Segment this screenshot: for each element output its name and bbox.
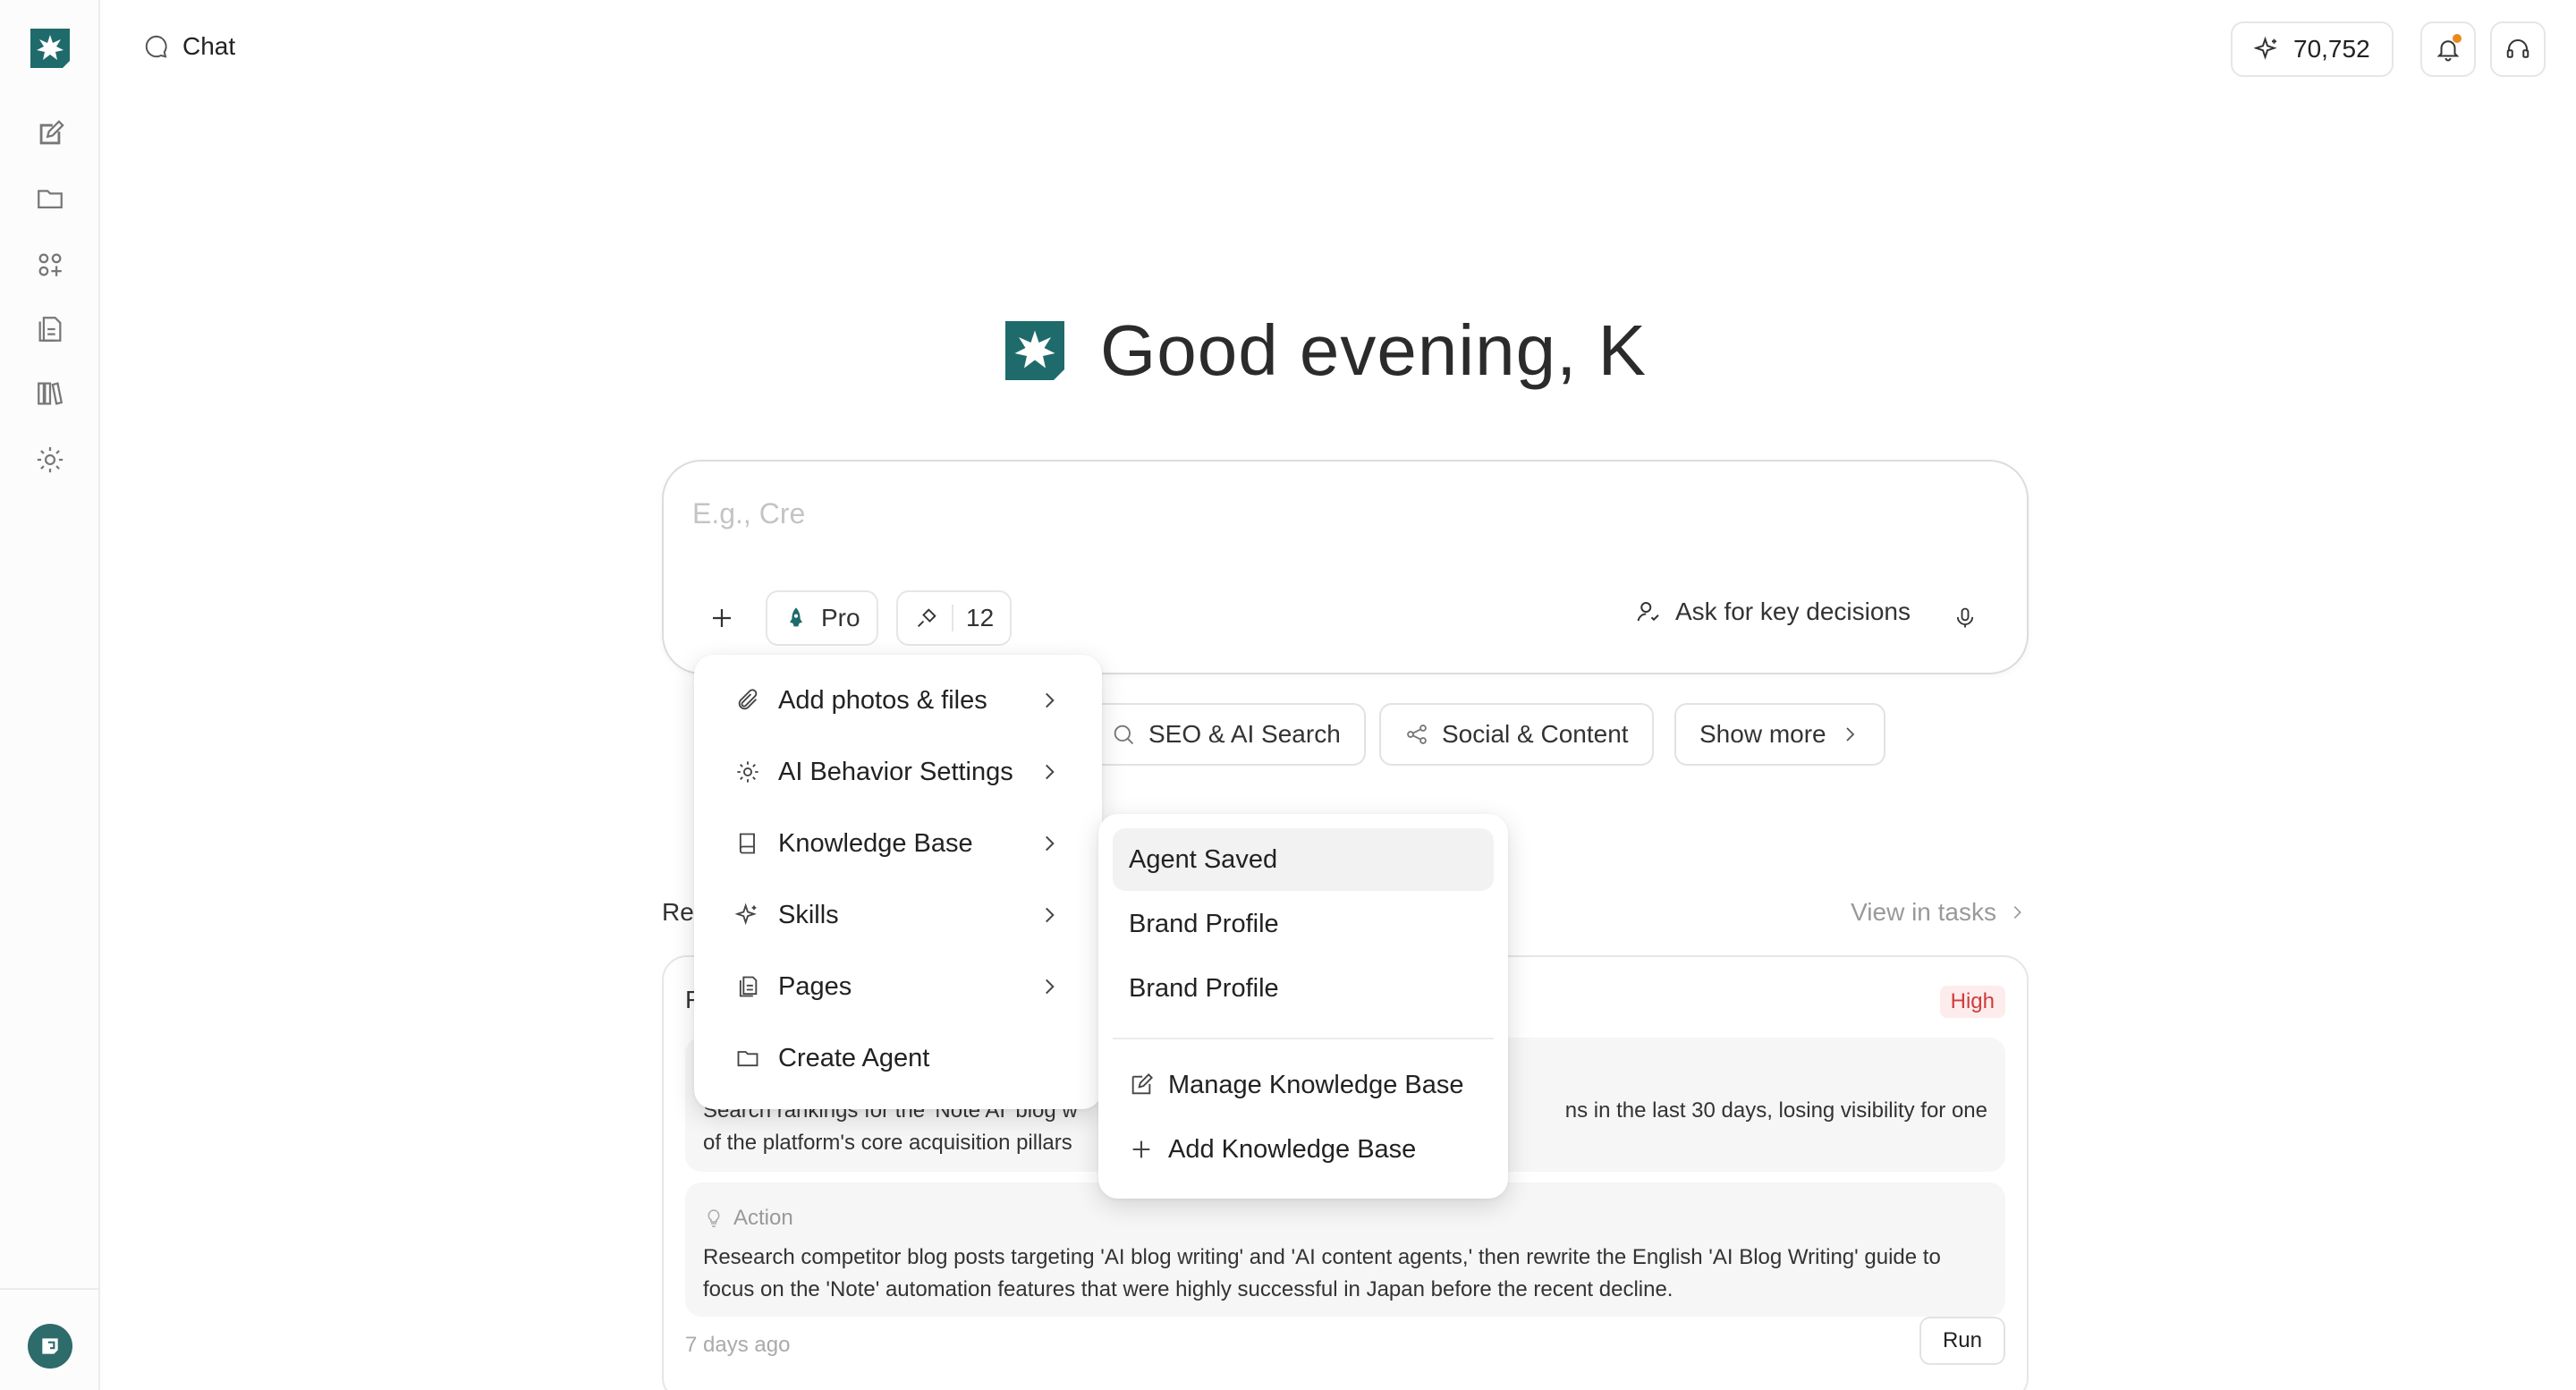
pill-seo-ai-search[interactable]: SEO & AI Search bbox=[1086, 703, 1366, 766]
plug-icon bbox=[918, 608, 936, 627]
knowledge-base-submenu: Agent Saved Brand Profile Brand Profile … bbox=[1098, 814, 1508, 1199]
action-text: Research competitor blog posts targeting… bbox=[703, 1245, 1941, 1301]
add-menu: Add photos & files AI Behavior Settings … bbox=[694, 655, 1102, 1109]
chevron-right-icon bbox=[2013, 905, 2021, 920]
task-timestamp: 7 days ago bbox=[685, 1333, 791, 1357]
menu-item-skills[interactable]: Skills bbox=[708, 884, 1088, 946]
menu-item-knowledge-base[interactable]: Knowledge Base bbox=[708, 812, 1088, 875]
microphone-button[interactable] bbox=[1943, 596, 1987, 640]
submenu-divider bbox=[1113, 1038, 1494, 1039]
pill-label: SEO & AI Search bbox=[1148, 720, 1341, 748]
action-label: Action bbox=[733, 1206, 793, 1230]
pill-show-more[interactable]: Show more bbox=[1674, 703, 1885, 766]
greeting: Good evening, K bbox=[1000, 309, 1647, 392]
paperclip-icon bbox=[738, 689, 758, 710]
sparkle-icon bbox=[2254, 36, 2277, 60]
chevron-right-icon bbox=[1046, 764, 1055, 780]
credits-button[interactable]: 70,752 bbox=[2231, 21, 2394, 77]
kb-item-label: Agent Saved bbox=[1129, 844, 1278, 874]
chevron-right-icon bbox=[1046, 835, 1055, 852]
rocket-icon bbox=[790, 607, 802, 627]
chat-composer: Pro 12 Ask for key decisions bbox=[662, 460, 2029, 674]
action-label-row: Action bbox=[703, 1202, 1987, 1234]
chat-icon bbox=[145, 35, 167, 58]
documents-icon[interactable] bbox=[32, 311, 68, 347]
manage-knowledge-base-button[interactable]: Manage Knowledge Base bbox=[1113, 1054, 1494, 1116]
action-block: Action Research competitor blog posts ta… bbox=[685, 1182, 2005, 1317]
recent-tasks-heading: Re bbox=[662, 898, 694, 926]
ask-decisions-label: Ask for key decisions bbox=[1675, 598, 1911, 625]
chevron-right-icon bbox=[1046, 907, 1055, 923]
menu-item-label: Skills bbox=[778, 900, 839, 929]
menu-item-add-photos-files[interactable]: Add photos & files bbox=[708, 669, 1088, 732]
run-button[interactable]: Run bbox=[1919, 1317, 2005, 1365]
folder-icon[interactable] bbox=[32, 181, 68, 216]
chip-separator bbox=[952, 605, 953, 631]
tools-selector[interactable]: 12 bbox=[896, 590, 1013, 646]
chevron-right-icon bbox=[1046, 979, 1055, 995]
page-tab-label: Chat bbox=[182, 32, 236, 60]
app-logo[interactable] bbox=[27, 25, 73, 72]
pill-label: Show more bbox=[1699, 720, 1826, 748]
ask-decisions-toggle[interactable]: Ask for key decisions bbox=[1636, 598, 1911, 626]
plus-icon bbox=[713, 609, 731, 627]
pill-social-content[interactable]: Social & Content bbox=[1379, 703, 1654, 766]
menu-item-ai-behavior-settings[interactable]: AI Behavior Settings bbox=[708, 741, 1088, 803]
menu-item-label: Create Agent bbox=[778, 1043, 930, 1072]
pill-label: Social & Content bbox=[1442, 720, 1629, 748]
tools-count: 12 bbox=[966, 604, 995, 631]
folder-icon bbox=[737, 1051, 758, 1067]
book-icon bbox=[739, 833, 755, 854]
mode-selector[interactable]: Pro bbox=[766, 590, 878, 646]
edit-icon bbox=[1131, 1073, 1153, 1095]
view-in-tasks-link[interactable]: View in tasks bbox=[1851, 898, 2027, 927]
sparkle-icon bbox=[735, 903, 757, 926]
menu-item-pages[interactable]: Pages bbox=[708, 955, 1088, 1018]
kb-item-brand-profile[interactable]: Brand Profile bbox=[1113, 893, 1494, 955]
kb-item-brand-profile-2[interactable]: Brand Profile bbox=[1113, 957, 1494, 1020]
sidebar-divider bbox=[0, 1288, 100, 1290]
settings-icon[interactable] bbox=[32, 442, 68, 478]
headset-icon bbox=[2506, 39, 2529, 58]
library-icon[interactable] bbox=[32, 376, 68, 411]
manage-kb-label: Manage Knowledge Base bbox=[1168, 1070, 1464, 1099]
microphone-icon bbox=[1956, 607, 1974, 628]
prompt-input[interactable] bbox=[692, 497, 1945, 530]
notifications-button[interactable] bbox=[2420, 21, 2476, 77]
kb-item-agent-saved[interactable]: Agent Saved bbox=[1113, 828, 1494, 891]
menu-item-label: Knowledge Base bbox=[778, 828, 973, 858]
menu-item-create-agent[interactable]: Create Agent bbox=[708, 1027, 1088, 1089]
menu-item-label: Pages bbox=[778, 971, 852, 1001]
chevron-right-icon bbox=[1845, 727, 1854, 742]
plus-icon bbox=[1132, 1140, 1150, 1158]
kb-item-label: Brand Profile bbox=[1129, 973, 1279, 1003]
user-check-icon bbox=[1637, 602, 1659, 622]
gear-icon bbox=[737, 761, 758, 783]
page-tab-chat[interactable]: Chat bbox=[143, 32, 235, 61]
issue-text-right: ns in the last 30 days, losing visibilit… bbox=[1564, 1098, 1987, 1123]
edit-icon[interactable] bbox=[32, 116, 68, 152]
add-knowledge-base-button[interactable]: Add Knowledge Base bbox=[1113, 1118, 1494, 1181]
sidebar bbox=[0, 0, 100, 1390]
lightbulb-icon bbox=[708, 1209, 720, 1227]
apps-icon[interactable] bbox=[32, 247, 68, 283]
chevron-right-icon bbox=[1046, 692, 1055, 708]
greeting-text: Good evening, K bbox=[1100, 310, 1647, 390]
menu-item-label: AI Behavior Settings bbox=[778, 757, 1013, 786]
priority-badge: High bbox=[1939, 986, 2005, 1018]
add-kb-label: Add Knowledge Base bbox=[1168, 1134, 1417, 1164]
mode-label: Pro bbox=[821, 604, 860, 631]
account-avatar[interactable] bbox=[28, 1324, 72, 1369]
view-in-tasks-label: View in tasks bbox=[1851, 898, 1996, 926]
pages-icon bbox=[739, 976, 758, 997]
add-button[interactable] bbox=[698, 594, 746, 642]
support-button[interactable] bbox=[2490, 21, 2546, 77]
brand-logo-icon bbox=[1005, 321, 1064, 380]
share-icon bbox=[1407, 725, 1427, 744]
notification-dot bbox=[2453, 34, 2462, 43]
menu-item-label: Add photos & files bbox=[778, 685, 987, 715]
search-icon bbox=[1114, 725, 1134, 745]
credits-count: 70,752 bbox=[2293, 35, 2370, 63]
kb-item-label: Brand Profile bbox=[1129, 909, 1279, 938]
